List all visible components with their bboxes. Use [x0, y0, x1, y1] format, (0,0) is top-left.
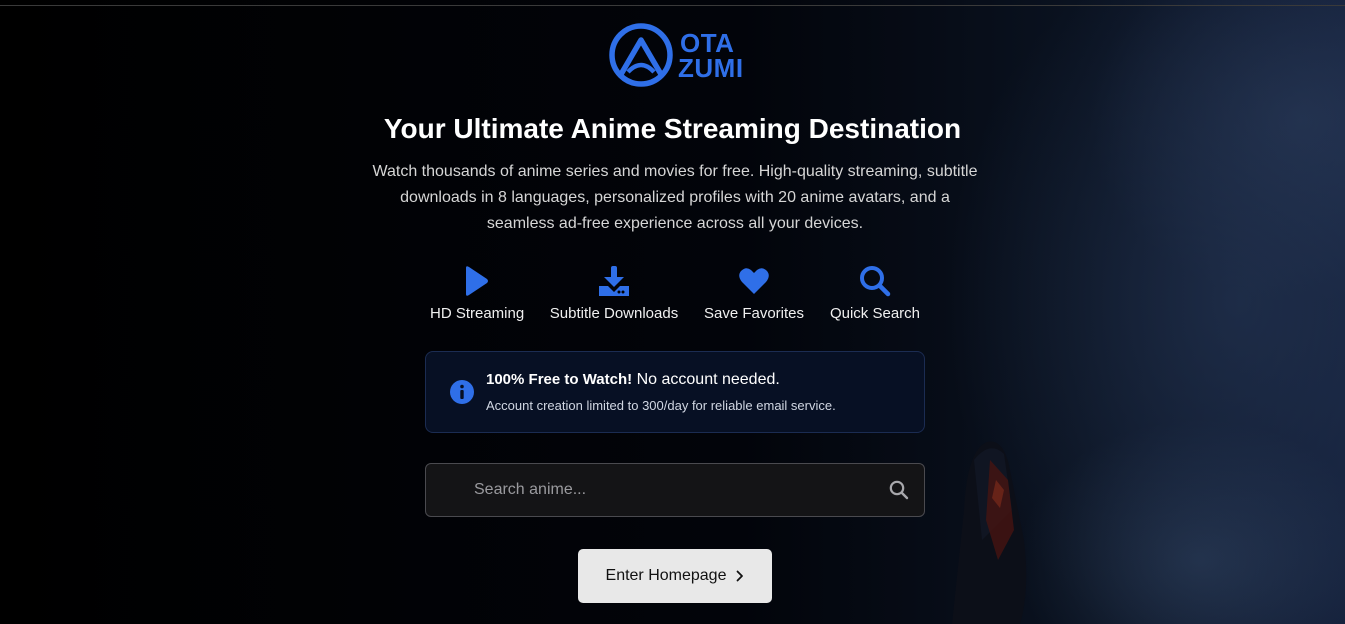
- logo-text-bottom: ZUMI: [678, 53, 744, 83]
- free-notice-banner: 100% Free to Watch! No account needed. A…: [425, 351, 925, 433]
- chevron-right-icon: [737, 570, 744, 582]
- info-icon: [450, 380, 474, 404]
- feature-quick-search: Quick Search: [829, 264, 921, 322]
- notice-bold-text: 100% Free to Watch!: [486, 371, 633, 388]
- hero-description: Watch thousands of anime series and movi…: [372, 163, 978, 232]
- search-input[interactable]: [426, 464, 924, 516]
- download-icon: [599, 266, 629, 296]
- search-icon: [860, 266, 891, 297]
- notice-subtext: Account creation limited to 300/day for …: [486, 398, 836, 413]
- landing-content: OTA ZUMI Your Ultimate Anime Streaming D…: [0, 0, 1345, 624]
- enter-homepage-label: Enter Homepage: [605, 567, 727, 584]
- heart-icon: [739, 268, 769, 294]
- notice-text: No account needed.: [632, 371, 780, 388]
- search-box: [425, 463, 925, 517]
- logo-mark-icon: [609, 23, 673, 87]
- page-title: Your Ultimate Anime Streaming Destinatio…: [383, 113, 962, 144]
- feature-label: HD Streaming: [430, 305, 525, 322]
- feature-label: Save Favorites: [703, 305, 805, 322]
- site-logo[interactable]: OTA ZUMI: [608, 22, 743, 88]
- play-icon: [466, 266, 488, 296]
- search-icon[interactable]: [889, 480, 909, 500]
- feature-hd-streaming: HD Streaming: [430, 264, 524, 322]
- enter-homepage-button[interactable]: Enter Homepage: [578, 549, 772, 603]
- feature-label: Subtitle Downloads: [549, 305, 679, 322]
- notice-headline: 100% Free to Watch! No account needed.: [486, 371, 780, 389]
- feature-label: Quick Search: [829, 305, 921, 322]
- feature-save-favorites: Save Favorites: [703, 264, 805, 322]
- feature-subtitle-downloads: Subtitle Downloads: [549, 264, 679, 322]
